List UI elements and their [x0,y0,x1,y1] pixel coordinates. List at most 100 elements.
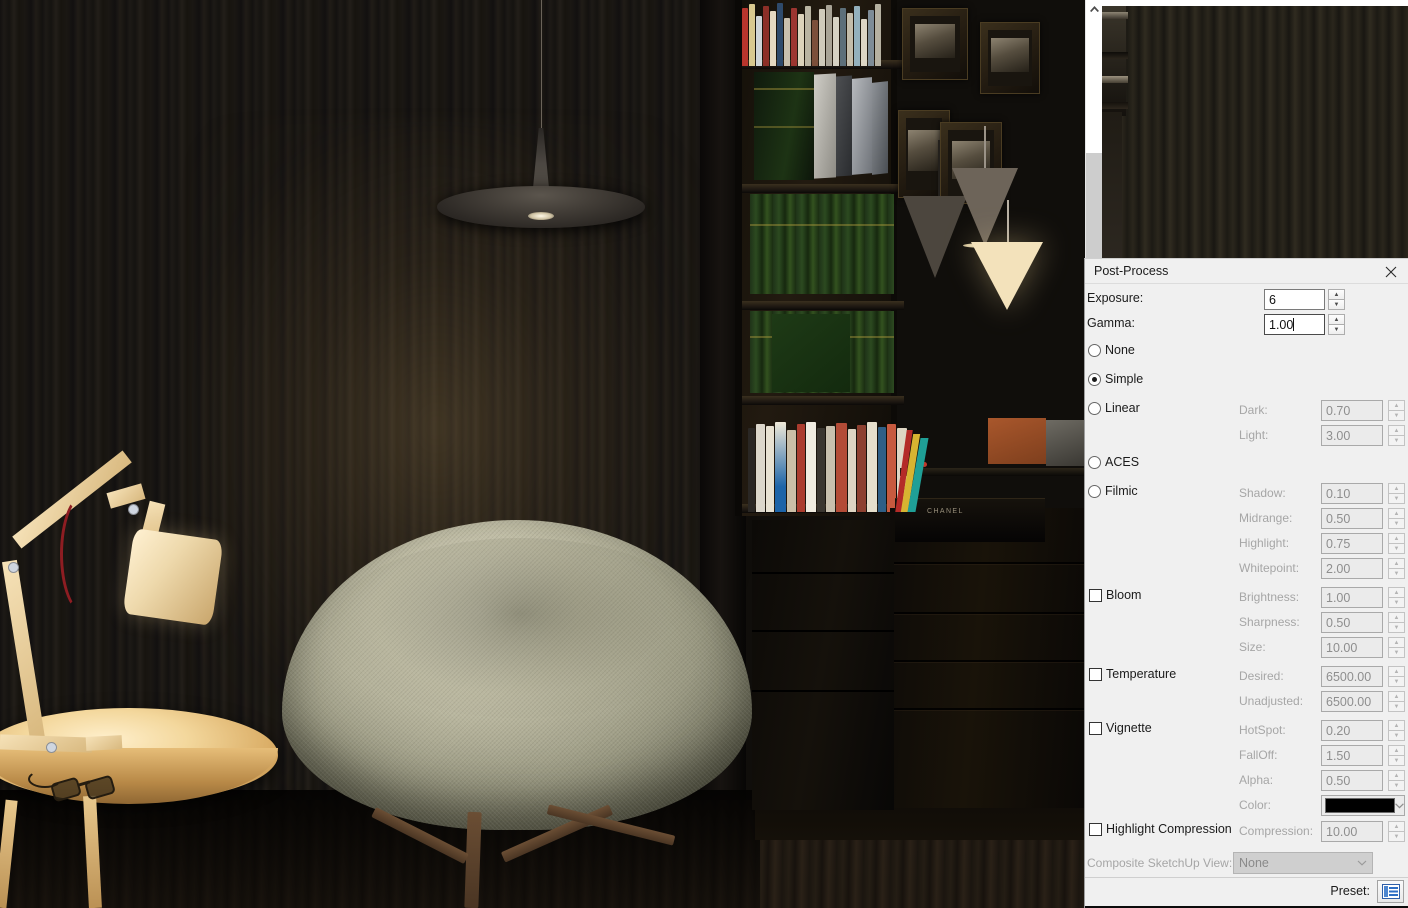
scroll-up-arrow[interactable] [1086,0,1102,18]
desired-spin-up[interactable]: ▲ [1388,666,1405,676]
brightness-input[interactable]: 1.00 [1321,587,1383,608]
composite-dropdown[interactable]: None [1233,852,1373,874]
desired-spin-down[interactable]: ▼ [1388,676,1405,687]
exposure-spin-down[interactable]: ▼ [1328,299,1345,310]
unadjusted-spinner[interactable]: ▲ ▼ [1388,691,1405,712]
highlight-spinner[interactable]: ▲ ▼ [1388,533,1405,554]
gamma-spin-down[interactable]: ▼ [1328,324,1345,335]
dark-spin-down[interactable]: ▼ [1388,410,1405,421]
alpha-spinner[interactable]: ▲ ▼ [1388,770,1405,791]
compression-input[interactable]: 10.00 [1321,821,1383,842]
exposure-spinner[interactable]: ▲ ▼ [1328,289,1345,310]
post-process-dialog[interactable]: Post-Process Exposure: 6 ▲ ▼ Gamma: 1.00… [1084,258,1408,908]
midrange-spinner[interactable]: ▲ ▼ [1388,508,1405,529]
tonemap-none-row[interactable]: None [1085,340,1408,365]
dark-spinner[interactable]: ▲ ▼ [1388,400,1405,421]
whitepoint-input[interactable]: 2.00 [1321,558,1383,579]
hotspot-input[interactable]: 0.20 [1321,720,1383,741]
highlight-spin-up[interactable]: ▲ [1388,533,1405,543]
hotspot-spin-down[interactable]: ▼ [1388,730,1405,741]
brightness-spinner[interactable]: ▲ ▼ [1388,587,1405,608]
light-spin-down[interactable]: ▼ [1388,435,1405,446]
vignette-checkbox[interactable] [1089,722,1102,735]
unadjusted-spin-up[interactable]: ▲ [1388,691,1405,701]
falloff-input[interactable]: 1.50 [1321,745,1383,766]
whitepoint-spin-up[interactable]: ▲ [1388,558,1405,568]
midrange-spin-up[interactable]: ▲ [1388,508,1405,518]
vignette-color-combo[interactable] [1321,795,1405,816]
sharpness-spinner[interactable]: ▲ ▼ [1388,612,1405,633]
sharpness-spin-down[interactable]: ▼ [1388,622,1405,633]
hotspot-spin-up[interactable]: ▲ [1388,720,1405,730]
render-viewport[interactable]: CHANEL [0,0,1085,908]
exposure-input[interactable]: 6 [1264,289,1325,310]
falloff-spin-down[interactable]: ▼ [1388,755,1405,766]
dark-spin-up[interactable]: ▲ [1388,400,1405,410]
whitepoint-spin-down[interactable]: ▼ [1388,568,1405,579]
gamma-input[interactable]: 1.00 [1264,314,1325,335]
bloom-row[interactable]: Bloom Brightness: 1.00 ▲ ▼ [1085,585,1408,610]
exposure-spin-up[interactable]: ▲ [1328,289,1345,299]
light-spinner[interactable]: ▲ ▼ [1388,425,1405,446]
sharpness-input[interactable]: 0.50 [1321,612,1383,633]
size-spin-up[interactable]: ▲ [1388,637,1405,647]
radio-none[interactable] [1088,344,1101,357]
dark-label: Dark: [1239,403,1268,417]
chevron-down-icon[interactable] [1352,858,1372,868]
highlight-input[interactable]: 0.75 [1321,533,1383,554]
hotspot-spinner[interactable]: ▲ ▼ [1388,720,1405,741]
light-spin-up[interactable]: ▲ [1388,425,1405,435]
radio-simple[interactable] [1088,373,1101,386]
gamma-spin-up[interactable]: ▲ [1328,314,1345,324]
shadow-spin-down[interactable]: ▼ [1388,493,1405,504]
brightness-spin-down[interactable]: ▼ [1388,597,1405,608]
midrange-input[interactable]: 0.50 [1321,508,1383,529]
vignette-color-swatch[interactable] [1325,798,1395,813]
falloff-spinner[interactable]: ▲ ▼ [1388,745,1405,766]
render-preview-strip[interactable] [1102,6,1408,258]
size-spin-down[interactable]: ▼ [1388,647,1405,658]
credenza [890,508,1085,808]
shadow-input[interactable]: 0.10 [1321,483,1383,504]
highlight-compression-row[interactable]: Highlight Compression Compression: 10.00… [1085,819,1408,844]
radio-aces[interactable] [1088,456,1101,469]
alpha-spin-down[interactable]: ▼ [1388,780,1405,791]
text-caret [1293,318,1295,331]
whitepoint-spinner[interactable]: ▲ ▼ [1388,558,1405,579]
chevron-down-icon[interactable] [1395,802,1404,809]
unadjusted-spin-down[interactable]: ▼ [1388,701,1405,712]
light-input[interactable]: 3.00 [1321,425,1383,446]
compression-spin-up[interactable]: ▲ [1388,821,1405,831]
temperature-checkbox[interactable] [1089,668,1102,681]
compression-spin-down[interactable]: ▼ [1388,831,1405,842]
tonemap-simple-row[interactable]: Simple [1085,369,1408,394]
bloom-checkbox[interactable] [1089,589,1102,602]
highlight-compression-checkbox[interactable] [1089,823,1102,836]
tonemap-filmic-row[interactable]: Filmic Shadow: 0.10 ▲ ▼ [1085,481,1408,506]
shadow-spin-up[interactable]: ▲ [1388,483,1405,493]
radio-filmic[interactable] [1088,485,1101,498]
unadjusted-input[interactable]: 6500.00 [1321,691,1383,712]
dark-input[interactable]: 0.70 [1321,400,1383,421]
size-spinner[interactable]: ▲ ▼ [1388,637,1405,658]
alpha-input[interactable]: 0.50 [1321,770,1383,791]
brightness-spin-up[interactable]: ▲ [1388,587,1405,597]
tonemap-linear-row[interactable]: Linear Dark: 0.70 ▲ ▼ [1085,398,1408,423]
vignette-row[interactable]: Vignette HotSpot: 0.20 ▲ ▼ [1085,718,1408,743]
midrange-spin-down[interactable]: ▼ [1388,518,1405,529]
size-input[interactable]: 10.00 [1321,637,1383,658]
close-icon[interactable] [1380,262,1402,281]
compression-spinner[interactable]: ▲ ▼ [1388,821,1405,842]
tonemap-aces-row[interactable]: ACES [1085,452,1408,477]
falloff-spin-up[interactable]: ▲ [1388,745,1405,755]
radio-linear[interactable] [1088,402,1101,415]
temperature-row[interactable]: Temperature Desired: 6500.00 ▲ ▼ [1085,664,1408,689]
shadow-spinner[interactable]: ▲ ▼ [1388,483,1405,504]
desired-input[interactable]: 6500.00 [1321,666,1383,687]
alpha-spin-up[interactable]: ▲ [1388,770,1405,780]
preset-list-icon[interactable] [1377,880,1404,903]
sharpness-spin-up[interactable]: ▲ [1388,612,1405,622]
gamma-spinner[interactable]: ▲ ▼ [1328,314,1345,335]
highlight-spin-down[interactable]: ▼ [1388,543,1405,554]
desired-spinner[interactable]: ▲ ▼ [1388,666,1405,687]
